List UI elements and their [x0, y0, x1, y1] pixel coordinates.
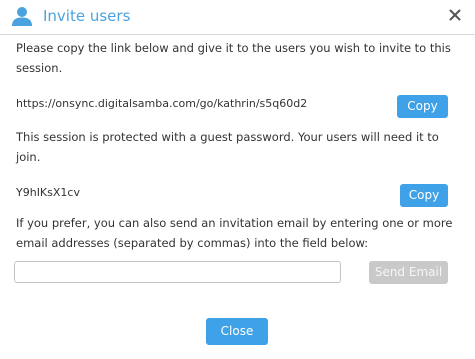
email-addresses-input[interactable] — [14, 261, 341, 283]
user-icon — [12, 7, 32, 26]
invite-link: https://onsync.digitalsamba.com/go/kathr… — [16, 97, 308, 110]
password-instructions: This session is protected with a guest p… — [16, 130, 439, 164]
copy-link-button[interactable]: Copy — [397, 95, 448, 118]
guest-password: Y9hIKsX1cv — [16, 186, 80, 199]
link-instructions: Please copy the link below and give it t… — [16, 41, 451, 75]
close-button[interactable]: Close — [206, 318, 268, 345]
email-instructions: If you prefer, you can also send an invi… — [16, 216, 453, 250]
send-email-button[interactable]: Send Email — [369, 261, 448, 284]
dialog-header: Invite users — [0, 0, 475, 35]
close-icon[interactable] — [449, 9, 461, 21]
copy-password-button[interactable]: Copy — [400, 184, 448, 207]
dialog-title: Invite users — [43, 7, 131, 25]
invite-users-dialog: Invite users Please copy the link below … — [0, 0, 475, 359]
